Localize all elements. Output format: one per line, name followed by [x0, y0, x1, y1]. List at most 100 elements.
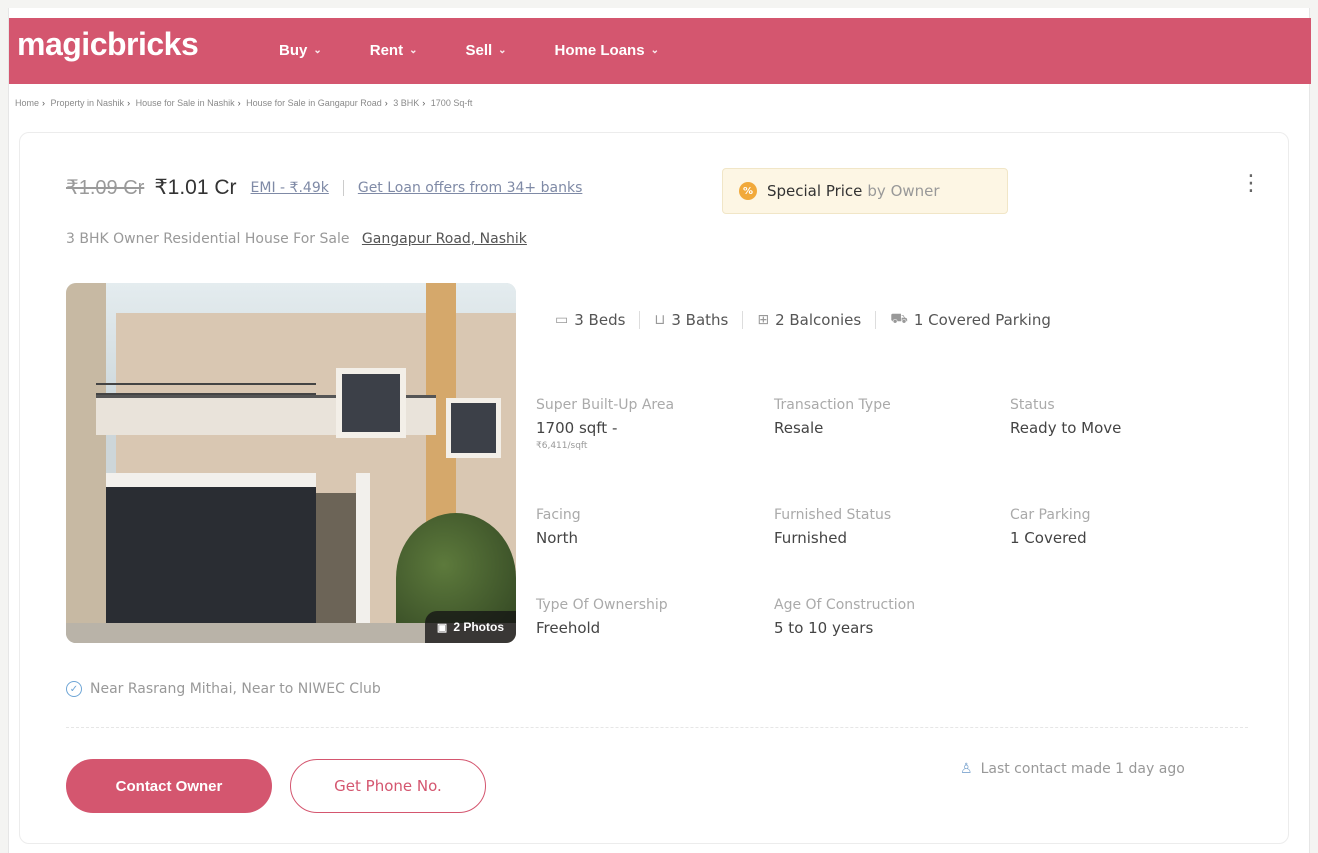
detail-age: Age Of Construction 5 to 10 years — [774, 597, 915, 637]
photos-count-label: 2 Photos — [453, 620, 504, 634]
magicbricks-logo[interactable]: magicbricks — [17, 26, 199, 63]
nav-rent-label: Rent — [369, 42, 404, 59]
chevron-down-icon: ⌄ — [313, 45, 322, 56]
loan-offers-link[interactable]: Get Loan offers from 34+ banks — [358, 180, 583, 196]
breadcrumb-area: 1700 Sq-ft — [430, 98, 473, 108]
house-window — [446, 398, 501, 458]
detail-transaction-label: Transaction Type — [774, 397, 891, 413]
divider — [342, 179, 344, 196]
old-price: ₹1.09 Cr — [66, 177, 145, 199]
features-row: ▭ 3 Beds ⊔ 3 Baths ⊞ 2 Balconies ⛟ 1 Covered… — [555, 311, 1051, 329]
location-link[interactable]: Gangapur Road, Nashik — [362, 231, 527, 247]
detail-ownership-label: Type Of Ownership — [536, 597, 668, 613]
chevron-down-icon: ⌄ — [650, 45, 659, 56]
feature-balconies-label: 2 Balconies — [775, 311, 862, 329]
property-photo[interactable]: ▣ 2 Photos — [66, 283, 516, 643]
detail-age-label: Age Of Construction — [774, 597, 916, 613]
detail-status-value: Ready to Move — [1010, 419, 1122, 437]
divider — [875, 311, 877, 329]
breadcrumb-separator: › — [42, 98, 46, 108]
feature-balconies: ⊞ 2 Balconies — [757, 311, 861, 329]
property-type-text: 3 BHK Owner Residential House For Sale — [66, 231, 350, 247]
divider — [742, 311, 744, 329]
breadcrumb-separator: › — [237, 98, 241, 108]
current-price: ₹1.01 Cr — [154, 176, 237, 199]
detail-car-parking-label: Car Parking — [1010, 507, 1091, 523]
property-card: ₹1.09 Cr ₹1.01 Cr EMI - ₹.49k Get Loan o… — [19, 132, 1289, 844]
chevron-down-icon: ⌄ — [409, 45, 418, 56]
price-row: ₹1.09 Cr ₹1.01 Cr EMI - ₹.49k Get Loan o… — [66, 175, 582, 200]
detail-area-rate: ₹6,411/sqft — [536, 441, 588, 451]
detail-ownership: Type Of Ownership Freehold — [536, 597, 668, 637]
detail-facing-label: Facing — [536, 507, 581, 523]
last-contact-text: Last contact made 1 day ago — [980, 761, 1185, 777]
divider — [639, 311, 641, 329]
breadcrumb-house-sale-gangapur[interactable]: House for Sale in Gangapur Road — [246, 98, 382, 108]
house-pillar — [356, 473, 370, 643]
check-circle-icon: ✓ — [66, 681, 82, 697]
detail-transaction: Transaction Type Resale — [774, 397, 891, 437]
detail-furnished: Furnished Status Furnished — [774, 507, 891, 547]
detail-age-value: 5 to 10 years — [774, 619, 874, 637]
main-nav: Buy ⌄ Rent ⌄ Sell ⌄ Home Loans ⌄ — [279, 42, 659, 59]
bed-icon: ▭ — [555, 312, 569, 328]
feature-beds-label: 3 Beds — [574, 311, 626, 329]
contact-owner-button[interactable]: Contact Owner — [66, 759, 272, 813]
photos-count-badge[interactable]: ▣ 2 Photos — [424, 611, 516, 643]
house-left-wall — [66, 283, 106, 643]
breadcrumb-house-sale-nashik[interactable]: House for Sale in Nashik — [136, 98, 235, 108]
detail-car-parking: Car Parking 1 Covered — [1010, 507, 1090, 547]
feature-beds: ▭ 3 Beds — [555, 311, 625, 329]
balcony-icon: ⊞ — [757, 312, 770, 328]
special-price-label: Special Price — [767, 182, 863, 200]
detail-car-parking-value: 1 Covered — [1010, 529, 1087, 547]
detail-area-value: 1700 sqft - — [536, 419, 618, 437]
nav-rent[interactable]: Rent ⌄ — [370, 42, 418, 59]
special-price-badge: % Special Price by Owner — [722, 168, 1008, 214]
detail-status: Status Ready to Move — [1010, 397, 1121, 437]
detail-area-label: Super Built-Up Area — [536, 397, 675, 413]
detail-facing-value: North — [536, 529, 578, 547]
house-railing — [96, 383, 316, 395]
last-contact-info: ♙ Last contact made 1 day ago — [960, 761, 1185, 777]
breadcrumb-separator: › — [422, 98, 426, 108]
nav-sell-label: Sell — [465, 42, 493, 59]
detail-facing: Facing North — [536, 507, 581, 547]
house-window — [336, 368, 406, 438]
breadcrumb-home[interactable]: Home — [15, 98, 39, 108]
special-price-owner: by Owner — [867, 182, 940, 200]
house-gate — [316, 493, 356, 623]
emi-link[interactable]: EMI - ₹.49k — [251, 180, 329, 196]
breadcrumb-3bhk[interactable]: 3 BHK — [393, 98, 419, 108]
breadcrumb-separator: › — [127, 98, 131, 108]
landmark-text: Near Rasrang Mithai, Near to NIWEC Club — [90, 681, 381, 697]
chevron-down-icon: ⌄ — [498, 45, 507, 56]
percent-icon: % — [739, 182, 757, 200]
image-icon: ▣ — [436, 621, 448, 634]
landmark-info: ✓ Near Rasrang Mithai, Near to NIWEC Clu… — [66, 681, 381, 697]
bath-icon: ⊔ — [654, 312, 666, 328]
nav-buy-label: Buy — [279, 42, 308, 59]
detail-status-label: Status — [1010, 397, 1055, 413]
get-phone-button[interactable]: Get Phone No. — [290, 759, 486, 813]
more-options-icon[interactable]: ⋮ — [1240, 173, 1262, 195]
detail-furnished-value: Furnished — [774, 529, 847, 547]
feature-parking: ⛟ 1 Covered Parking — [890, 311, 1051, 329]
detail-transaction-value: Resale — [774, 419, 824, 437]
feature-baths: ⊔ 3 Baths — [654, 311, 728, 329]
detail-furnished-label: Furnished Status — [774, 507, 892, 523]
property-subtitle: 3 BHK Owner Residential House For Sale G… — [66, 231, 527, 247]
divider — [66, 727, 1248, 728]
car-icon: ⛟ — [890, 311, 908, 327]
feature-parking-label: 1 Covered Parking — [913, 311, 1051, 329]
breadcrumb-property-nashik[interactable]: Property in Nashik — [51, 98, 125, 108]
detail-area: Super Built-Up Area 1700 sqft - ₹6,411/s… — [536, 397, 674, 451]
nav-home-loans[interactable]: Home Loans ⌄ — [555, 42, 659, 59]
nav-sell[interactable]: Sell ⌄ — [465, 42, 506, 59]
house-garage — [106, 473, 316, 643]
detail-ownership-value: Freehold — [536, 619, 601, 637]
user-icon: ♙ — [960, 761, 973, 777]
nav-buy[interactable]: Buy ⌄ — [279, 42, 322, 59]
nav-home-loans-label: Home Loans — [554, 42, 645, 59]
breadcrumb-separator: › — [384, 98, 388, 108]
